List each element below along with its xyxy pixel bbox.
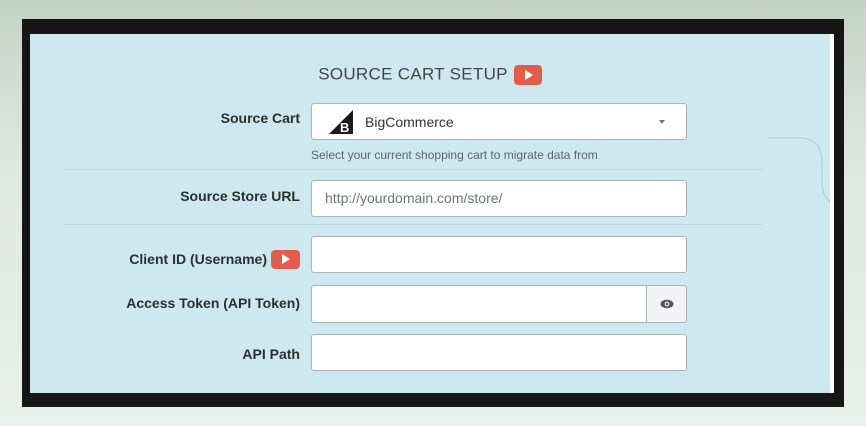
- page-title: SOURCE CART SETUP: [30, 64, 830, 85]
- eye-icon: [660, 299, 673, 309]
- client-id-label-row: Client ID (Username): [30, 249, 300, 269]
- source-cart-select[interactable]: B BigCommerce: [311, 103, 687, 140]
- access-token-label: Access Token (API Token): [126, 295, 300, 311]
- api-path-label: API Path: [242, 346, 300, 362]
- source-cart-helper: Select your current shopping cart to mig…: [311, 148, 598, 162]
- client-id-input[interactable]: [311, 236, 687, 273]
- divider: [64, 169, 762, 170]
- svg-text:B: B: [340, 120, 349, 134]
- show-token-button[interactable]: [647, 285, 687, 323]
- source-cart-value: BigCommerce: [365, 113, 454, 130]
- chevron-down-icon: [659, 120, 665, 124]
- youtube-play-icon[interactable]: [271, 249, 300, 269]
- source-cart-setup-panel: SOURCE CART SETUP Source Cart B BigComme…: [30, 34, 830, 393]
- bigcommerce-logo-icon: B: [329, 109, 353, 134]
- store-url-input[interactable]: http://yourdomain.com/store/: [311, 180, 687, 217]
- title-text: SOURCE CART SETUP: [318, 64, 508, 84]
- divider: [64, 224, 762, 225]
- store-url-label: Source Store URL: [180, 188, 300, 204]
- store-url-placeholder: http://yourdomain.com/store/: [325, 190, 503, 206]
- panel-edge: [830, 34, 834, 393]
- access-token-input[interactable]: [311, 285, 647, 323]
- source-cart-label: Source Cart: [220, 110, 300, 126]
- client-id-label: Client ID (Username): [129, 251, 267, 267]
- youtube-play-icon[interactable]: [513, 64, 542, 85]
- api-path-input[interactable]: [311, 334, 687, 371]
